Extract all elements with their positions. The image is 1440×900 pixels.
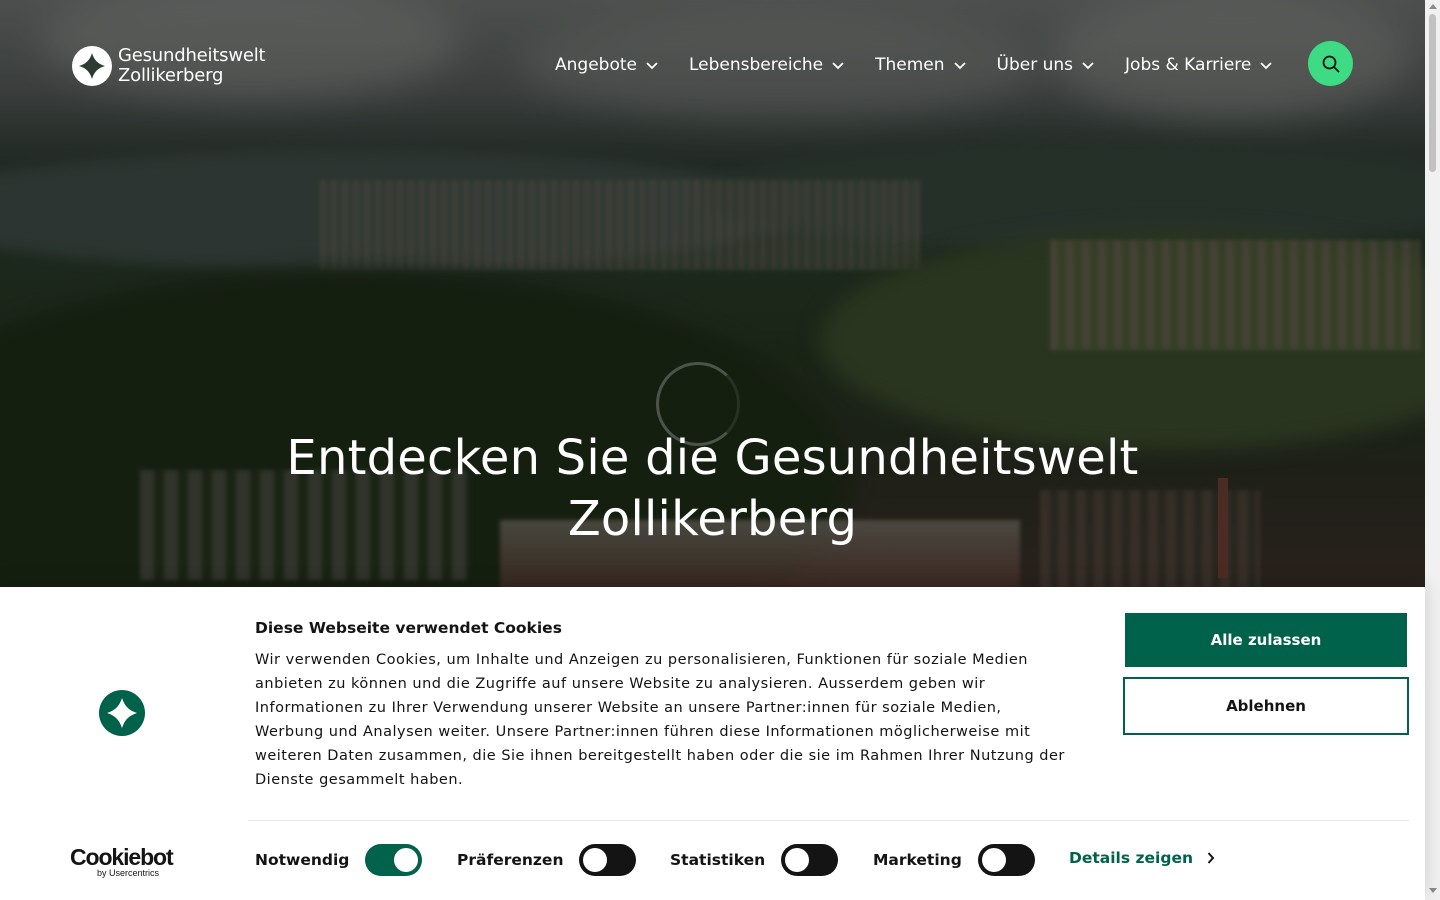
nav-item-label: Jobs & Karriere xyxy=(1125,55,1252,75)
toggle-label: Präferenzen xyxy=(457,851,564,869)
search-icon xyxy=(1322,55,1340,73)
cookiebot-logo[interactable]: Cookiebot by Usercentrics xyxy=(70,844,174,879)
site-logo[interactable]: Gesundheitswelt Zollikerberg xyxy=(72,45,266,86)
toggle-marketing[interactable] xyxy=(977,844,1035,876)
nav-item-label: Über uns xyxy=(996,55,1074,75)
toggle-notwendig[interactable] xyxy=(365,844,423,876)
toggle-group-marketing: Marketing xyxy=(873,844,1035,876)
chevron-right-icon xyxy=(1207,852,1215,864)
chevron-down-icon xyxy=(1260,62,1273,70)
toggle-knob xyxy=(785,848,810,872)
chevron-down-icon xyxy=(646,62,658,70)
chevron-down-icon xyxy=(1082,62,1094,70)
logo-icon xyxy=(72,46,112,86)
nav-item-angebote[interactable]: Angebote xyxy=(555,52,659,78)
cookie-banner: Diese Webseite verwendet Cookies Wir ver… xyxy=(0,587,1425,900)
toggle-label: Statistiken xyxy=(670,851,766,869)
scrollbar-thumb[interactable] xyxy=(1429,14,1436,172)
search-button[interactable] xyxy=(1308,41,1353,86)
nav-item-lebensbereiche[interactable]: Lebensbereiche xyxy=(689,52,845,78)
nav-item-jobs-karriere[interactable]: Jobs & Karriere xyxy=(1125,52,1273,78)
nav-item-ueber-uns[interactable]: Über uns xyxy=(997,52,1096,78)
toggle-knob xyxy=(981,848,1006,872)
scroll-up-icon[interactable] xyxy=(1429,4,1437,9)
details-link[interactable]: Details zeigen xyxy=(1069,849,1215,867)
toggle-praeferenzen[interactable] xyxy=(579,844,637,876)
nav-item-label: Angebote xyxy=(555,55,637,75)
page-scrollbar[interactable] xyxy=(1425,0,1440,900)
nav-item-label: Themen xyxy=(875,55,945,75)
main-nav: Angebote Lebensbereiche Themen Über uns … xyxy=(555,52,1303,78)
chevron-down-icon xyxy=(953,62,966,70)
accept-all-button[interactable]: Alle zulassen xyxy=(1125,613,1407,667)
cookie-description: Wir verwenden Cookies, um Inhalte und An… xyxy=(255,652,1065,788)
toggle-knob xyxy=(394,848,419,872)
brand-logo-icon xyxy=(99,690,145,736)
decline-button[interactable]: Ablehnen xyxy=(1123,677,1409,735)
chevron-down-icon xyxy=(832,62,844,70)
details-label: Details zeigen xyxy=(1069,849,1193,867)
hero-section: Gesundheitswelt Zollikerberg Angebote Le… xyxy=(0,0,1425,590)
toggle-group-notwendig: Notwendig xyxy=(255,844,423,876)
toggle-group-praeferenzen: Präferenzen xyxy=(457,844,637,876)
logo-line-1: Gesundheitswelt xyxy=(118,45,266,66)
logo-wordmark: Gesundheitswelt Zollikerberg xyxy=(118,45,266,86)
hero-title-line-2: Zollikerberg xyxy=(567,491,858,547)
toggle-knob xyxy=(583,848,608,872)
toggle-statistiken[interactable] xyxy=(781,844,839,876)
scroll-down-icon[interactable] xyxy=(1429,888,1437,893)
cookie-title: Diese Webseite verwendet Cookies xyxy=(255,619,562,637)
nav-item-label: Lebensbereiche xyxy=(688,55,824,75)
divider xyxy=(248,820,1409,821)
nav-item-themen[interactable]: Themen xyxy=(875,52,966,78)
cookiebot-wordmark: Cookiebot xyxy=(70,844,174,870)
logo-line-2: Zollikerberg xyxy=(118,65,224,86)
toggle-label: Marketing xyxy=(873,851,962,869)
toggle-group-statistiken: Statistiken xyxy=(670,844,839,876)
hero-title: Entdecken Sie die Gesundheitswelt Zollik… xyxy=(0,428,1425,550)
hero-title-line-1: Entdecken Sie die Gesundheitswelt xyxy=(286,430,1139,486)
toggle-label: Notwendig xyxy=(255,851,350,869)
